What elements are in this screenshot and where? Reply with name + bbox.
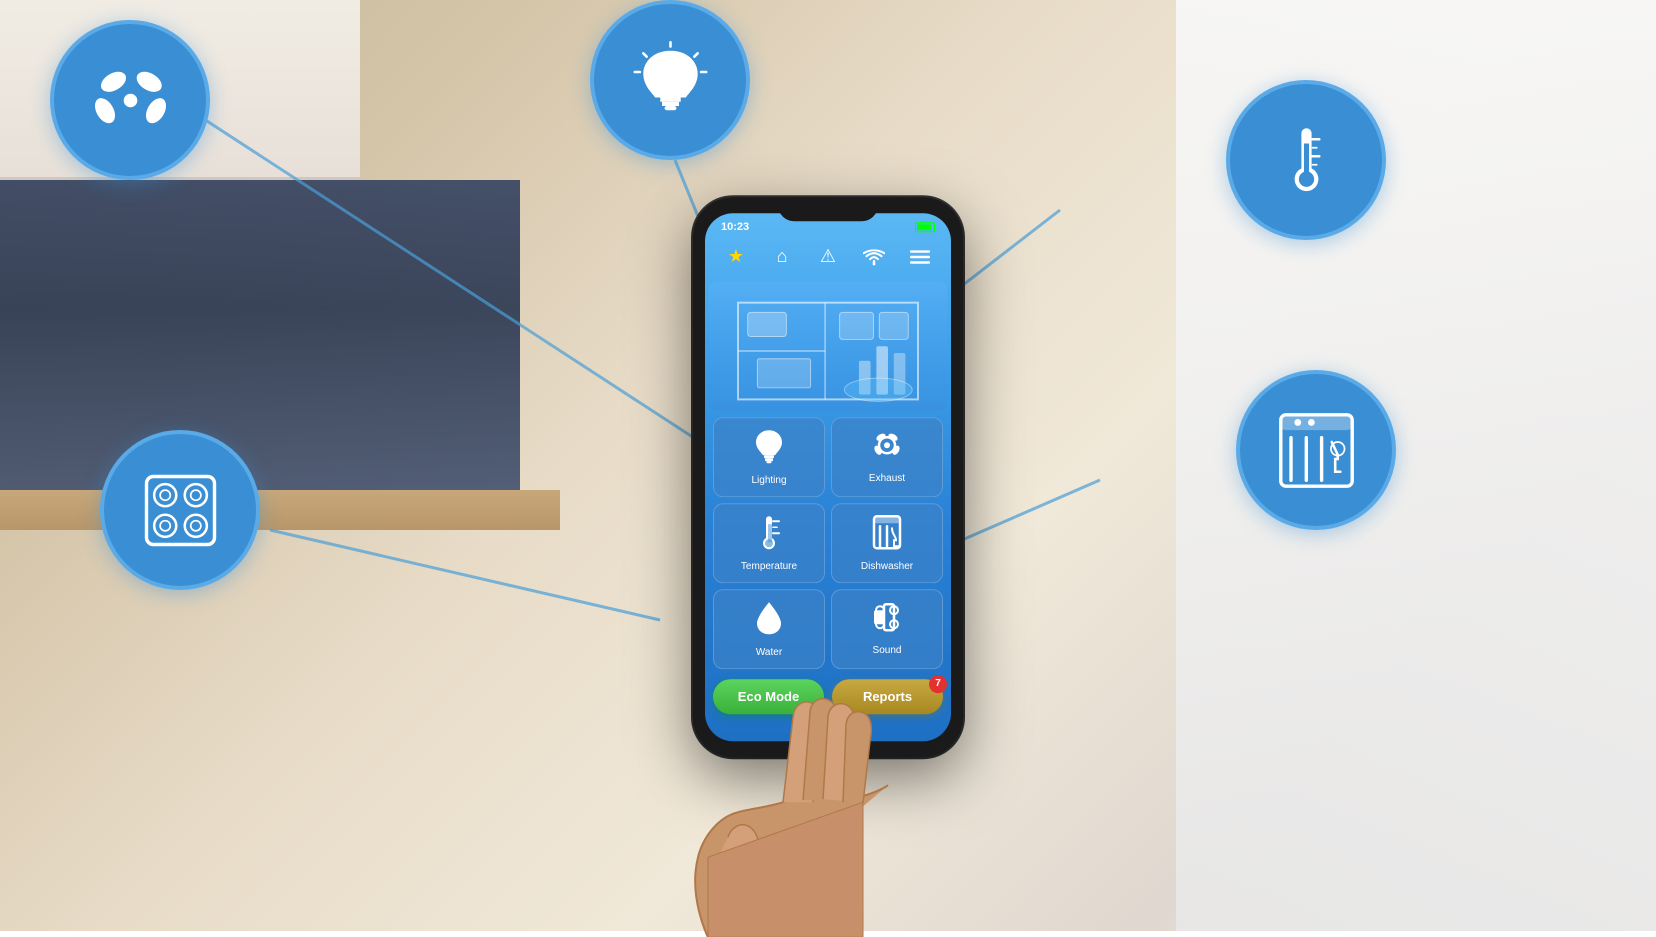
house-illustration [709,281,947,411]
fan-svg [88,58,173,143]
bottom-buttons: Eco Mode Reports 7 [705,675,951,722]
app-grid: Lighting Exhaust [705,411,951,675]
tile-water[interactable]: Water [713,589,825,669]
water-label: Water [756,647,782,658]
exhaust-icon [870,428,904,469]
tile-dishwasher[interactable]: Dishwasher [831,503,943,583]
tile-lighting[interactable]: Lighting [713,417,825,497]
nav-home[interactable]: ⌂ [766,241,798,273]
thermometer-icon[interactable] [1226,80,1386,240]
reports-badge: 7 [929,675,947,693]
tile-sound[interactable]: Sound [831,589,943,669]
reports-button[interactable]: Reports [832,679,943,714]
dishwasher-label: Dishwasher [861,561,913,572]
battery-indicator [915,222,935,232]
fan-icon[interactable] [50,20,210,180]
phone-wrapper: 10:23 ★ ⌂ ⚠ [693,197,963,757]
dishwasher-icon[interactable] [1236,370,1396,530]
backsplash [0,180,520,500]
dishwasher-tile-icon [872,514,902,557]
lightbulb-svg [628,38,713,123]
reports-wrapper: Reports 7 [832,679,943,714]
sound-icon [870,600,904,641]
counter-top [0,490,560,530]
lightbulb-icon[interactable] [590,0,750,160]
eco-mode-button[interactable]: Eco Mode [713,679,824,714]
thermometer-svg [1264,118,1349,203]
battery-fill [917,224,931,230]
exhaust-label: Exhaust [869,473,905,484]
nav-alerts[interactable]: ⚠ [812,241,844,273]
tile-exhaust[interactable]: Exhaust [831,417,943,497]
tile-temperature[interactable]: Temperature [713,503,825,583]
phone: 10:23 ★ ⌂ ⚠ [693,197,963,757]
nav-favorites[interactable]: ★ [720,241,752,273]
sound-label: Sound [873,645,902,656]
stove-svg [138,468,223,553]
stove-icon[interactable] [100,430,260,590]
nav-bar: ★ ⌂ ⚠ [705,237,951,281]
status-time: 10:23 [721,221,749,233]
house-svg [709,281,947,411]
temperature-label: Temperature [741,561,797,572]
temperature-icon [755,514,783,557]
lighting-label: Lighting [751,475,786,486]
phone-notch [778,197,878,221]
lighting-icon [754,428,784,471]
water-icon [755,600,783,643]
phone-screen: 10:23 ★ ⌂ ⚠ [705,213,951,741]
nav-menu[interactable] [904,241,936,273]
nav-wifi[interactable] [858,241,890,273]
dishwasher-svg [1274,408,1359,493]
